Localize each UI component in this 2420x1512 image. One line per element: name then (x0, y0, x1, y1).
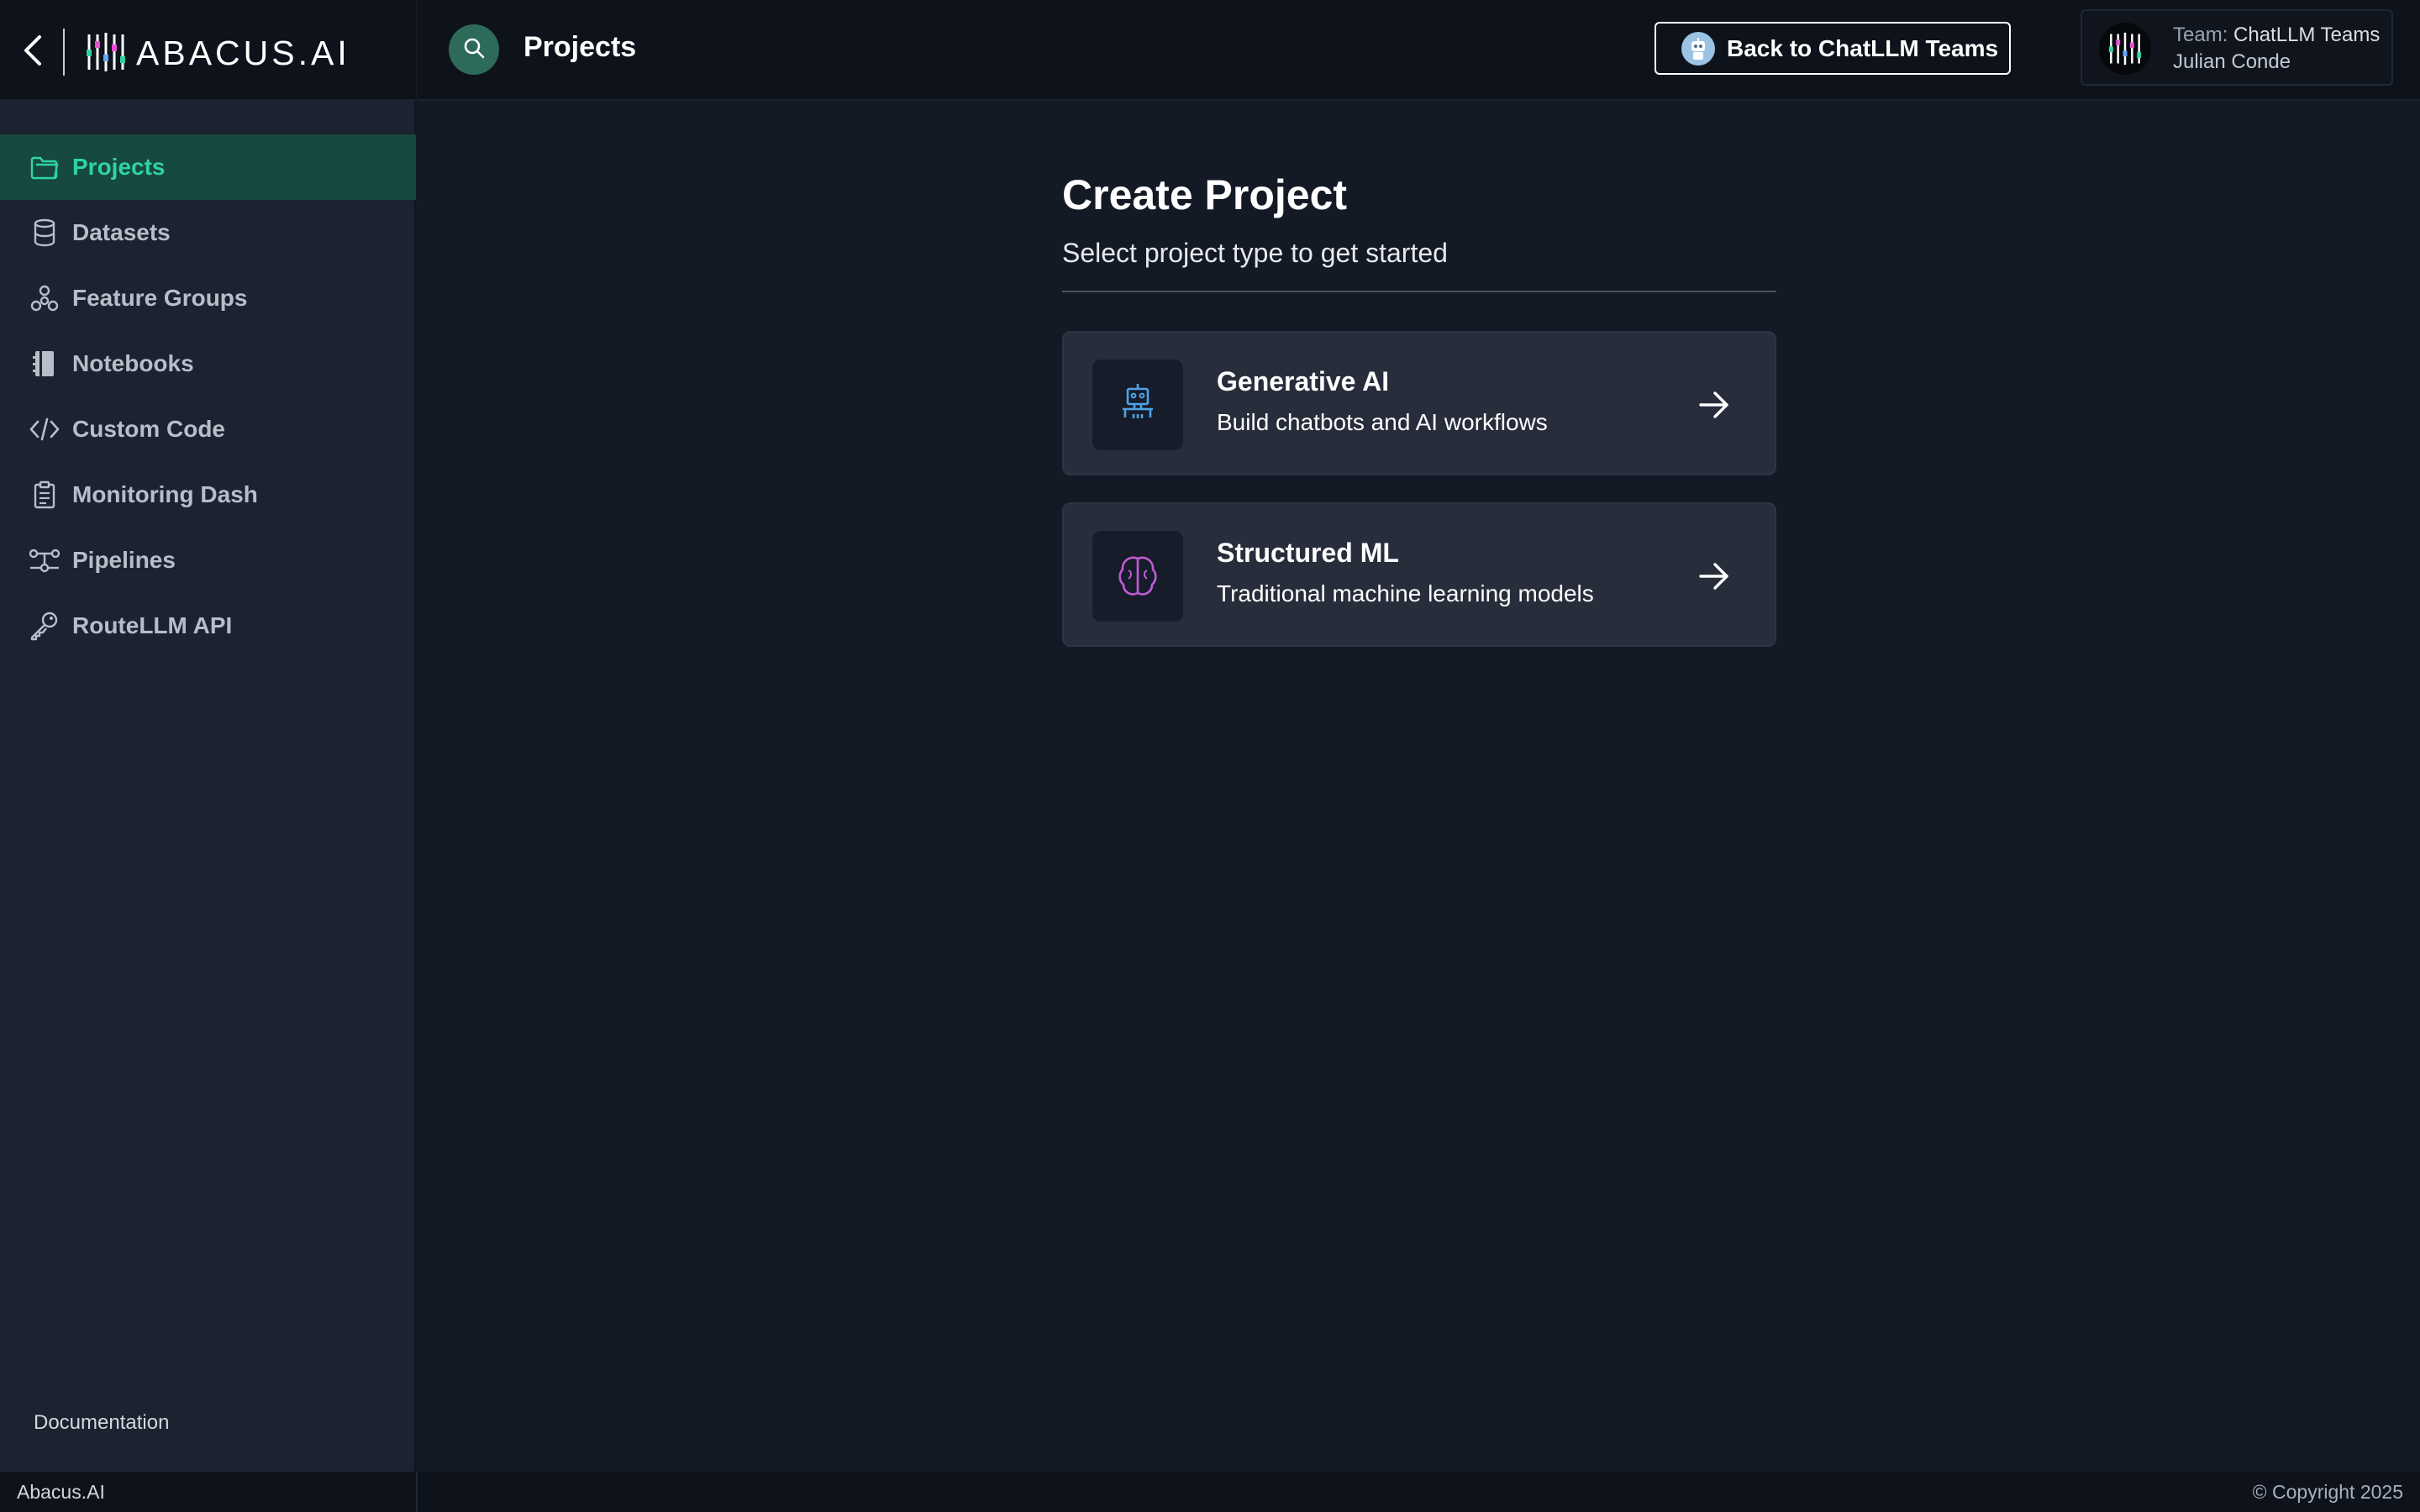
clipboard-icon (29, 480, 60, 510)
back-to-chatllm-button[interactable]: Back to ChatLLM Teams (1655, 22, 2011, 75)
footer: Abacus.AI © Copyright 2025 (0, 1472, 2420, 1512)
sidebar-header: ABACUS.AI (0, 0, 416, 101)
chatllm-robot-avatar-icon (1681, 31, 1715, 66)
sidebar-item-label: Monitoring Dash (72, 481, 258, 507)
sidebar-item-datasets[interactable]: Datasets (0, 200, 416, 265)
sidebar-item-label: Feature Groups (72, 285, 248, 311)
sidebar-item-pipelines[interactable]: Pipelines (0, 528, 416, 593)
feature-groups-icon (29, 283, 60, 313)
back-button-label: Back to ChatLLM Teams (1727, 34, 1999, 61)
arrow-right-icon (1697, 559, 1731, 593)
create-project-subtitle: Select project type to get started (1062, 238, 1448, 268)
sidebar-item-label: Projects (72, 154, 166, 180)
card-description: Build chatbots and AI workflows (1217, 409, 1548, 435)
team-avatar-icon (2099, 23, 2151, 75)
team-name: ChatLLM Teams (2233, 24, 2381, 46)
logo-text: ABACUS.AI (136, 34, 350, 72)
top-bar: Projects Back to ChatLLM Teams Team: Cha… (418, 0, 2420, 101)
header-divider (63, 29, 65, 76)
brain-icon (1092, 531, 1183, 622)
sidebar-item-routellm-api[interactable]: RouteLLM API (0, 593, 416, 659)
structured-ml-card[interactable]: Structured ML Traditional machine learni… (1062, 502, 1776, 647)
team-label: Team: ChatLLM Teams (2173, 23, 2380, 48)
sidebar-item-monitoring-dash[interactable]: Monitoring Dash (0, 462, 416, 528)
code-icon (29, 414, 60, 444)
sidebar-item-label: Pipelines (72, 547, 176, 573)
notebook-icon (29, 349, 60, 379)
sidebar-item-label: RouteLLM API (72, 612, 233, 638)
sidebar-item-label: Custom Code (72, 416, 225, 442)
search-button[interactable] (449, 24, 499, 75)
documentation-link[interactable]: Documentation (34, 1411, 169, 1435)
card-title: Generative AI (1217, 366, 1390, 396)
user-name: Julian Conde (2173, 50, 2291, 73)
sidebar-item-projects[interactable]: Projects (0, 134, 416, 200)
sidebar-item-custom-code[interactable]: Custom Code (0, 396, 416, 462)
generative-ai-card[interactable]: Generative AI Build chatbots and AI work… (1062, 331, 1776, 475)
sidebar-item-notebooks[interactable]: Notebooks (0, 331, 416, 396)
database-icon (29, 218, 60, 248)
footer-copyright: © Copyright 2025 (2252, 1481, 2403, 1503)
card-title: Structured ML (1217, 538, 1399, 568)
sidebar-nav: Projects Datasets Feature Groups Noteboo… (0, 134, 416, 659)
abacus-logo-icon (86, 31, 126, 73)
back-chevron-icon[interactable] (18, 34, 47, 67)
key-icon (29, 611, 60, 641)
robot-icon (1092, 360, 1183, 450)
arrow-right-icon (1697, 388, 1731, 422)
footer-divider (416, 1472, 418, 1512)
sidebar: ABACUS.AI Projects Datasets Feature Grou… (0, 0, 416, 1472)
team-switcher[interactable]: Team: ChatLLM Teams Julian Conde (2081, 9, 2393, 86)
content-divider (1062, 291, 1776, 292)
team-prefix: Team: (2173, 24, 2234, 46)
folder-icon (29, 152, 60, 182)
card-description: Traditional machine learning models (1217, 580, 1594, 606)
pipeline-icon (29, 545, 60, 575)
sidebar-item-label: Notebooks (72, 350, 194, 376)
create-project-title: Create Project (1062, 171, 1348, 218)
page-title: Projects (523, 31, 637, 63)
search-icon (462, 36, 486, 64)
sidebar-item-label: Datasets (72, 219, 171, 245)
sidebar-item-feature-groups[interactable]: Feature Groups (0, 265, 416, 331)
footer-brand: Abacus.AI (17, 1481, 105, 1503)
